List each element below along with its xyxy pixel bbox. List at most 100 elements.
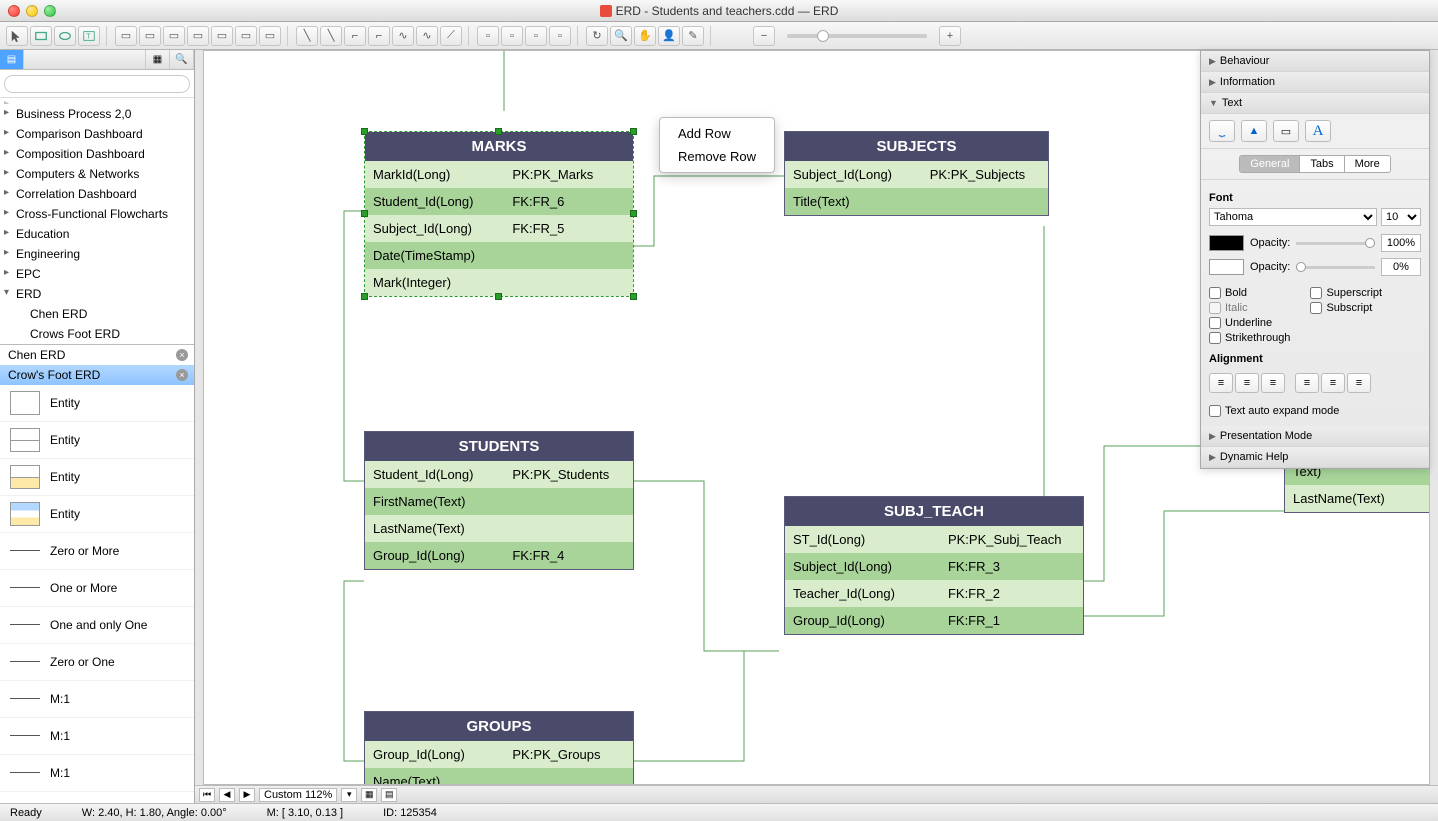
font-select[interactable]: Tahoma — [1209, 208, 1377, 226]
align-right-button[interactable]: ≡ — [1261, 373, 1285, 393]
tab-tabs[interactable]: Tabs — [1300, 155, 1344, 173]
table-row[interactable]: LastName(Text) — [365, 515, 633, 542]
opacity-slider-1[interactable] — [1296, 242, 1375, 245]
stencil-item[interactable]: One or More — [0, 570, 194, 607]
autoexpand-checkbox[interactable] — [1209, 405, 1221, 417]
align-tool-7[interactable]: ▭ — [259, 26, 281, 46]
rect-tool[interactable] — [30, 26, 52, 46]
inspector-information[interactable]: ▶Information — [1201, 72, 1429, 93]
stencil-item[interactable]: Entity — [0, 496, 194, 533]
connector-tool-7[interactable]: ⟋ — [440, 26, 462, 46]
inspector-text[interactable]: ▼Text — [1201, 93, 1429, 114]
search-input[interactable] — [4, 75, 190, 93]
inspector-help[interactable]: ▶Dynamic Help — [1201, 447, 1429, 468]
align-tool-3[interactable]: ▭ — [163, 26, 185, 46]
erd-table-marks[interactable]: MARKS MarkId(Long)PK:PK_MarksStudent_Id(… — [364, 131, 634, 297]
tree-item-erd[interactable]: ERD — [0, 284, 194, 304]
opacity-slider-2[interactable] — [1296, 266, 1375, 269]
stencil-item[interactable]: Entity — [0, 459, 194, 496]
table-row[interactable]: Subject_Id(Long)PK:PK_Subjects — [785, 161, 1048, 188]
group-tool-2[interactable]: ▫ — [501, 26, 523, 46]
table-row[interactable]: LastName(Text) — [1285, 485, 1430, 512]
refresh-tool[interactable]: ↻ — [586, 26, 608, 46]
tree-child[interactable]: Crows Foot ERD — [0, 324, 194, 344]
table-row[interactable]: Group_Id(Long)FK:FR_1 — [785, 607, 1083, 634]
text-tool[interactable]: T — [78, 26, 100, 46]
search-tab[interactable]: 🔍 — [170, 50, 194, 69]
view-ruler-button[interactable]: ▤ — [381, 788, 397, 802]
valign-bot-button[interactable]: ≡ — [1347, 373, 1371, 393]
sub-checkbox[interactable] — [1310, 302, 1322, 314]
align-tool-1[interactable]: ▭ — [115, 26, 137, 46]
zoom-tool[interactable]: 🔍 — [610, 26, 632, 46]
next-page-button[interactable]: ▶ — [239, 788, 255, 802]
stencil-item[interactable]: Zero or One — [0, 644, 194, 681]
strike-checkbox[interactable] — [1209, 332, 1221, 344]
pointer-tool[interactable] — [6, 26, 28, 46]
inspector-behaviour[interactable]: ▶Behaviour — [1201, 51, 1429, 72]
align-tool-5[interactable]: ▭ — [211, 26, 233, 46]
table-row[interactable]: Date(TimeStamp) — [365, 242, 633, 269]
align-tool-2[interactable]: ▭ — [139, 26, 161, 46]
stencil-item[interactable]: One and only One — [0, 607, 194, 644]
tree-item[interactable]: Correlation Dashboard — [0, 184, 194, 204]
erd-table-groups[interactable]: GROUPS Group_Id(Long)PK:PK_GroupsName(Te… — [364, 711, 634, 785]
align-left-button[interactable]: ≡ — [1209, 373, 1233, 393]
tree-item[interactable]: Comparison Dashboard — [0, 124, 194, 144]
erd-table-students[interactable]: STUDENTS Student_Id(Long)PK:PK_StudentsF… — [364, 431, 634, 570]
hand-tool[interactable]: ✋ — [634, 26, 656, 46]
libraries-tab[interactable]: ▤ — [0, 50, 24, 69]
stencil-item[interactable]: Entity — [0, 422, 194, 459]
zoom-menu-button[interactable]: ▾ — [341, 788, 357, 802]
stencil-item[interactable]: M:1 — [0, 718, 194, 755]
zoom-slider[interactable] — [787, 34, 927, 38]
table-row[interactable]: MarkId(Long)PK:PK_Marks — [365, 161, 633, 188]
close-icon[interactable]: × — [176, 369, 188, 381]
open-library-crowsfoot[interactable]: Crow's Foot ERD× — [0, 365, 194, 385]
grid-view-tab[interactable]: ▦ — [146, 50, 170, 69]
bold-checkbox[interactable] — [1209, 287, 1221, 299]
prev-page-button[interactable]: ◀ — [219, 788, 235, 802]
group-tool-4[interactable]: ▫ — [549, 26, 571, 46]
open-library-chen[interactable]: Chen ERD× — [0, 345, 194, 365]
connector-tool-4[interactable]: ⌐ — [368, 26, 390, 46]
opacity-value-1[interactable] — [1381, 234, 1421, 252]
zoom-in-button[interactable]: + — [939, 26, 961, 46]
bg-color-swatch[interactable] — [1209, 259, 1244, 275]
zoom-out-button[interactable]: − — [753, 26, 775, 46]
table-row[interactable]: Mark(Integer) — [365, 269, 633, 296]
tab-more[interactable]: More — [1345, 155, 1391, 173]
font-size-select[interactable]: 10 — [1381, 208, 1421, 226]
table-row[interactable]: ST_Id(Long)PK:PK_Subj_Teach — [785, 526, 1083, 553]
table-row[interactable]: Name(Text) — [365, 768, 633, 785]
group-tool-3[interactable]: ▫ — [525, 26, 547, 46]
table-row[interactable]: Student_Id(Long)PK:PK_Students — [365, 461, 633, 488]
text-color-swatch[interactable] — [1209, 235, 1244, 251]
zoom-value[interactable]: Custom 112% — [259, 788, 337, 802]
connector-tool-5[interactable]: ∿ — [392, 26, 414, 46]
tree-item[interactable]: Composition Dashboard — [0, 144, 194, 164]
menu-add-row[interactable]: Add Row — [660, 122, 774, 145]
ellipse-tool[interactable] — [54, 26, 76, 46]
close-icon[interactable]: × — [176, 349, 188, 361]
table-row[interactable]: FirstName(Text) — [365, 488, 633, 515]
table-row[interactable]: Title(Text) — [785, 188, 1048, 215]
table-row[interactable]: Group_Id(Long)PK:PK_Groups — [365, 741, 633, 768]
view-grid-button[interactable]: ▦ — [361, 788, 377, 802]
tree-item[interactable]: EPC — [0, 264, 194, 284]
valign-top-button[interactable]: ≡ — [1295, 373, 1319, 393]
text-box-icon[interactable]: ▭ — [1273, 120, 1299, 142]
stencil-item[interactable]: M:1 — [0, 755, 194, 792]
edit-tool[interactable]: ✎ — [682, 26, 704, 46]
text-underline-icon[interactable]: ⏟ — [1209, 120, 1235, 142]
opacity-value-2[interactable] — [1381, 258, 1421, 276]
align-tool-4[interactable]: ▭ — [187, 26, 209, 46]
super-checkbox[interactable] — [1310, 287, 1322, 299]
erd-table-subjteach[interactable]: SUBJ_TEACH ST_Id(Long)PK:PK_Subj_TeachSu… — [784, 496, 1084, 635]
table-row[interactable]: Student_Id(Long)FK:FR_6 — [365, 188, 633, 215]
stencil-item[interactable]: Zero or More — [0, 533, 194, 570]
table-row[interactable]: Teacher_Id(Long)FK:FR_2 — [785, 580, 1083, 607]
font-icon[interactable]: A — [1305, 120, 1331, 142]
menu-remove-row[interactable]: Remove Row — [660, 145, 774, 168]
tab-general[interactable]: General — [1239, 155, 1300, 173]
